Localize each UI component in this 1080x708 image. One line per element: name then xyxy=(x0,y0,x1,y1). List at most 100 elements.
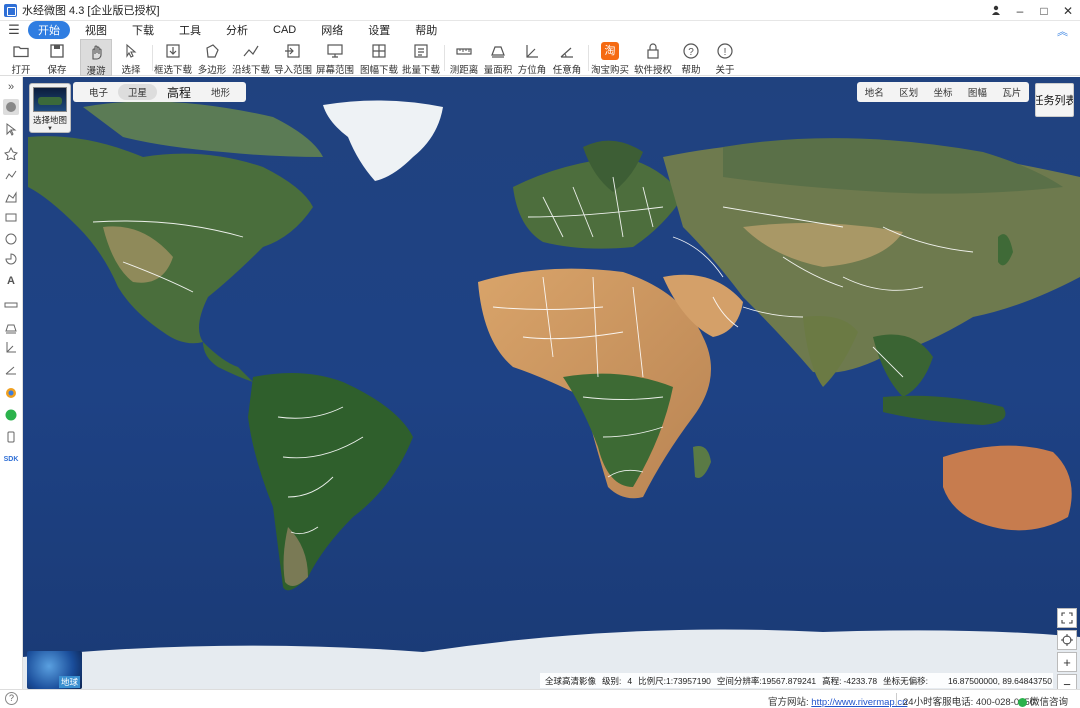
screen-range-button[interactable]: 屏幕范围 xyxy=(316,39,354,76)
official-site: 官方网站: http://www.rivermap.cn xyxy=(768,697,908,708)
layer-coordinates[interactable]: 坐标 xyxy=(933,85,952,99)
menu-settings[interactable]: 设置 xyxy=(358,21,400,39)
resolution-value: 19567.879241 xyxy=(761,675,817,686)
wechat-consult-link[interactable]: 微信咨询 xyxy=(1018,694,1068,708)
status-divider xyxy=(896,693,897,706)
taobao-buy-button[interactable]: 淘 淘宝购买 xyxy=(591,39,629,76)
layer-tiles[interactable]: 瓦片 xyxy=(1002,85,1021,99)
taobao-icon: 淘 xyxy=(601,42,619,60)
basemap-selector[interactable]: 选择地图 ▼ xyxy=(29,83,71,133)
status-bar: ? 官方网站: http://www.rivermap.cn 24小时客服电话:… xyxy=(0,689,1080,708)
layer-placenames[interactable]: 地名 xyxy=(865,85,884,99)
line-download-button[interactable]: 沿线下载 xyxy=(232,39,270,76)
azimuth-icon[interactable] xyxy=(3,339,19,355)
menu-tools[interactable]: 工具 xyxy=(169,21,211,39)
service-phone: 24小时客服电话: 400-028-0050 xyxy=(903,697,1036,708)
resolution-label: 空间分辨率: xyxy=(716,675,762,686)
sdk-icon[interactable]: SDK xyxy=(3,451,19,467)
basemap-thumbnail xyxy=(33,87,67,112)
close-icon[interactable]: ✕ xyxy=(1056,4,1080,18)
map-type-electronic[interactable]: 电子 xyxy=(79,84,118,100)
help-button[interactable]: ? 帮助 xyxy=(678,39,704,76)
menu-analysis[interactable]: 分析 xyxy=(216,21,258,39)
coord-offset-label: 坐标无偏移: xyxy=(883,675,928,686)
map-type-terrain[interactable]: 地形 xyxy=(201,84,240,100)
window-controls: – □ ✕ xyxy=(984,0,1080,21)
angle-icon[interactable] xyxy=(3,361,19,377)
globe-view-button[interactable]: 地球 xyxy=(27,651,82,689)
ribbon-toolbar: 打开 保存 漫游 选择 框选下载 多边形 沿线下载 导入范围 屏幕范围 图幅下载… xyxy=(0,39,1080,77)
cursor-icon xyxy=(122,42,140,60)
screen-range-icon xyxy=(326,42,344,60)
text-icon[interactable]: A xyxy=(3,273,19,289)
person-icon[interactable] xyxy=(984,4,1008,18)
hamburger-menu-icon[interactable]: ☰ xyxy=(0,22,28,38)
zoom-out-icon[interactable]: − xyxy=(1057,674,1077,689)
roam-button[interactable]: 漫游 xyxy=(80,39,112,77)
window-title: 水经微图 4.3 [企业版已授权] xyxy=(22,5,160,17)
map-type-tabs: 电子 卫星 高程 地形 xyxy=(73,82,247,102)
rect-download-button[interactable]: 框选下载 xyxy=(154,39,192,76)
sheet-download-icon xyxy=(370,42,388,60)
polyline-icon[interactable] xyxy=(3,167,19,183)
task-list-button[interactable]: 任务列表 xyxy=(1035,83,1074,117)
menu-cad[interactable]: CAD xyxy=(263,23,306,37)
sector-icon[interactable] xyxy=(3,251,19,267)
minimize-icon[interactable]: – xyxy=(1008,4,1032,18)
measure-distance-button[interactable]: 测距离 xyxy=(450,39,478,76)
select-icon[interactable] xyxy=(3,121,19,137)
map-controls: + − xyxy=(1057,608,1077,689)
scale-label: 比例尺: xyxy=(638,675,666,686)
map-view[interactable]: 选择地图 ▼ 电子 卫星 高程 地形 地名 区划 坐标 图幅 瓦片 任务列表 +… xyxy=(23,77,1080,689)
menu-view[interactable]: 视图 xyxy=(75,21,117,39)
map-type-elevation[interactable]: 高程 xyxy=(157,83,201,102)
layer-icon[interactable] xyxy=(3,385,19,401)
import-range-button[interactable]: 导入范围 xyxy=(274,39,312,76)
any-angle-button[interactable]: 任意角 xyxy=(553,39,581,76)
circle-icon[interactable] xyxy=(3,231,19,247)
help-icon[interactable]: ? xyxy=(5,692,18,705)
menu-start[interactable]: 开始 xyxy=(28,21,70,39)
ruler-icon[interactable] xyxy=(3,297,19,313)
about-button[interactable]: ! 关于 xyxy=(712,39,738,76)
collapse-ribbon-icon[interactable]: ︽ xyxy=(1057,23,1068,39)
phone-icon[interactable] xyxy=(3,429,19,445)
plugin-icon[interactable] xyxy=(3,407,19,423)
line-download-icon xyxy=(242,42,260,60)
select-button[interactable]: 选择 xyxy=(116,39,146,76)
maximize-icon[interactable]: □ xyxy=(1032,4,1056,18)
point-icon[interactable] xyxy=(3,145,19,161)
menu-download[interactable]: 下载 xyxy=(122,21,164,39)
fullscreen-icon[interactable] xyxy=(1057,608,1077,628)
menu-network[interactable]: 网络 xyxy=(311,21,353,39)
batch-download-icon xyxy=(412,42,430,60)
site-link[interactable]: http://www.rivermap.cn xyxy=(811,697,907,708)
angle-icon xyxy=(558,42,576,60)
ruler-icon xyxy=(455,42,473,60)
zoom-in-icon[interactable]: + xyxy=(1057,652,1077,672)
expand-icon[interactable]: » xyxy=(3,79,19,95)
polygon-download-button[interactable]: 多边形 xyxy=(198,39,226,76)
area-measure-icon[interactable] xyxy=(3,319,19,335)
layer-sheets[interactable]: 图幅 xyxy=(968,85,987,99)
roam-icon[interactable] xyxy=(3,99,19,115)
layer-divisions[interactable]: 区划 xyxy=(899,85,918,99)
measure-area-button[interactable]: 量面积 xyxy=(484,39,512,76)
map-type-satellite[interactable]: 卫星 xyxy=(118,84,158,100)
map-status-bar: 全球高清影像 级别: 4 比例尺: 1:73957190 空间分辨率: 1956… xyxy=(540,673,1053,688)
rectangle-icon[interactable] xyxy=(3,209,19,225)
toolbar-divider xyxy=(588,45,589,71)
area-icon[interactable] xyxy=(3,189,19,205)
batch-download-button[interactable]: 批量下载 xyxy=(402,39,440,76)
satellite-map[interactable] xyxy=(23,77,1080,689)
save-button[interactable]: 保存 xyxy=(42,39,72,76)
svg-text:!: ! xyxy=(724,47,727,58)
license-button[interactable]: 软件授权 xyxy=(634,39,672,76)
azimuth-button[interactable]: 方位角 xyxy=(518,39,546,76)
locate-icon[interactable] xyxy=(1057,630,1077,650)
open-button[interactable]: 打开 xyxy=(6,39,36,76)
menu-bar: ☰ 开始 视图 下载 工具 分析 CAD 网络 设置 帮助 ︽ xyxy=(0,21,1080,39)
sheet-download-button[interactable]: 图幅下载 xyxy=(360,39,398,76)
menu-help[interactable]: 帮助 xyxy=(405,21,447,39)
folder-icon xyxy=(12,42,30,60)
